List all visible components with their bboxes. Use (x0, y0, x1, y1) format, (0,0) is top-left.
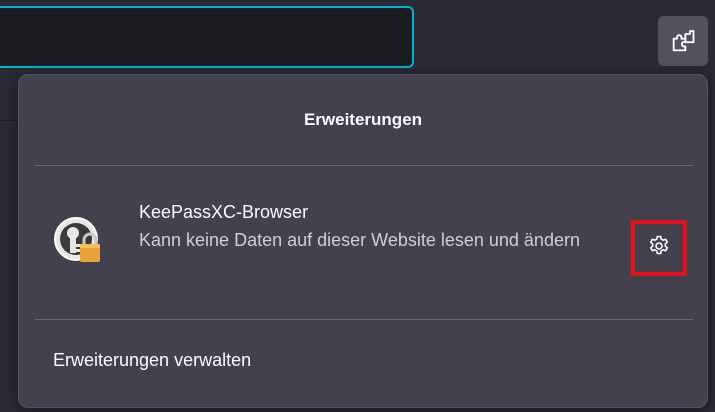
extensions-panel: Erweiterungen KeePassXC-Browser Kann kei… (18, 74, 708, 408)
puzzle-piece-icon (669, 27, 697, 55)
extensions-button[interactable] (658, 16, 708, 66)
extension-name: KeePassXC-Browser (139, 202, 309, 222)
extension-item-keepassxc[interactable]: KeePassXC-Browser Kann keine Daten auf d… (19, 166, 707, 319)
extension-description: Kann keine Daten auf dieser Website lese… (139, 230, 580, 250)
manage-extensions-button[interactable]: Erweiterungen verwalten (19, 320, 707, 400)
browser-toolbar (0, 0, 715, 82)
url-bar[interactable] (0, 6, 414, 68)
panel-title: Erweiterungen (303, 110, 423, 129)
keepassxc-lock-icon (53, 216, 103, 266)
background-page-edge (0, 120, 18, 412)
extension-settings-button[interactable] (631, 220, 687, 276)
gear-icon (647, 234, 671, 263)
